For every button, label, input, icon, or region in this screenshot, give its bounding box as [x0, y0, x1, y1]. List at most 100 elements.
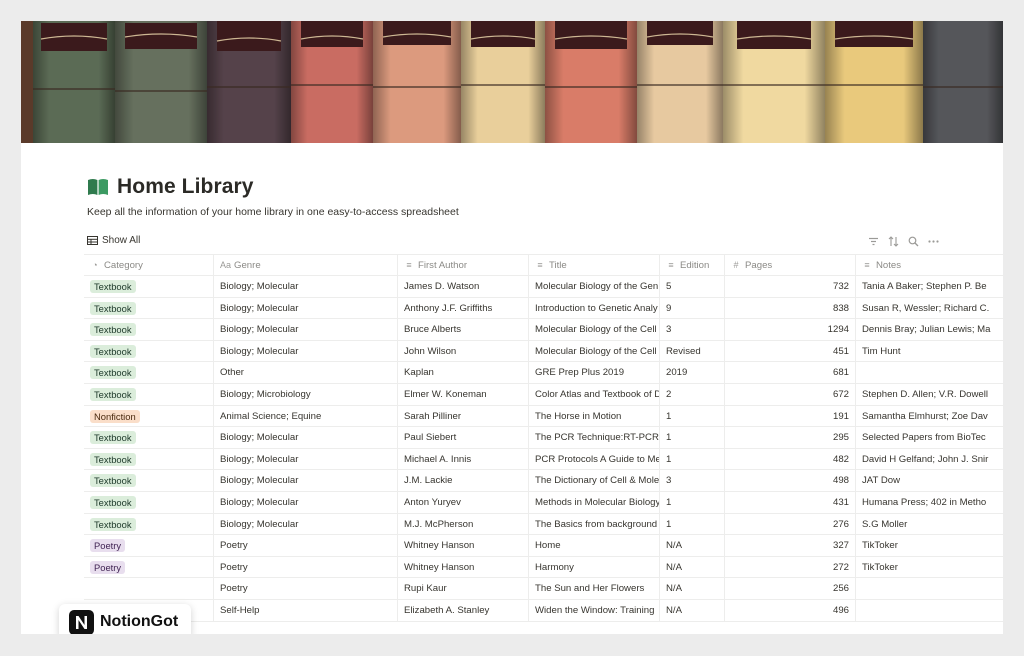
more-icon[interactable] [927, 235, 939, 247]
cell-pages[interactable]: 681 [725, 362, 856, 383]
cell-edition[interactable]: 3 [660, 319, 725, 340]
cell-title[interactable]: Molecular Biology of the Cell [529, 340, 660, 362]
cell-genre[interactable]: Biology; Molecular [214, 340, 398, 362]
cell-pages[interactable]: 327 [725, 535, 856, 556]
cell-edition[interactable]: 1 [660, 491, 725, 513]
cell-category[interactable]: Poetry [84, 535, 214, 556]
cell-genre[interactable]: Biology; Molecular [214, 491, 398, 513]
page-description[interactable]: Keep all the information of your home li… [87, 206, 459, 218]
cell-first-author[interactable]: Paul Siebert [398, 427, 529, 448]
cell-category[interactable]: Textbook [84, 276, 214, 297]
cell-notes[interactable]: TikToker [856, 535, 1003, 556]
cell-first-author[interactable]: John Wilson [398, 340, 529, 362]
cell-first-author[interactable]: Elizabeth A. Stanley [398, 599, 529, 621]
table-row[interactable]: Textbook Other Kaplan GRE Prep Plus 2019 201… [84, 362, 1003, 384]
column-header-notes[interactable]: ≡ Notes [856, 255, 1003, 275]
cell-first-author[interactable]: Michael A. Innis [398, 448, 529, 470]
cell-edition[interactable]: 1 [660, 405, 725, 427]
cell-notes[interactable]: Humana Press; 402 in Metho [856, 492, 1003, 513]
cell-edition[interactable]: N/A [660, 535, 725, 556]
column-header-category[interactable]: ◔ Category [84, 255, 214, 275]
table-row[interactable]: Textbook Biology; Molecular Paul Siebert Th… [84, 427, 1003, 449]
cell-first-author[interactable]: Bruce Alberts [398, 319, 529, 340]
cell-title[interactable]: GRE Prep Plus 2019 [529, 362, 660, 383]
cell-title[interactable]: The Dictionary of Cell & Mole [529, 470, 660, 491]
table-row[interactable]: Self-Help Elizabeth A. Stanley Widen the W… [84, 599, 1003, 622]
cell-notes[interactable] [856, 362, 1003, 383]
table-row[interactable]: Textbook Biology; Molecular J.M. Lackie The… [84, 470, 1003, 492]
cell-genre[interactable]: Self-Help [214, 599, 398, 621]
cell-genre[interactable]: Poetry [214, 535, 398, 556]
cell-edition[interactable]: 1 [660, 427, 725, 448]
cell-first-author[interactable]: Kaplan [398, 362, 529, 383]
cell-title[interactable]: PCR Protocols A Guide to Me [529, 448, 660, 470]
cell-category[interactable]: Textbook [84, 340, 214, 362]
cell-edition[interactable]: 3 [660, 470, 725, 491]
cell-notes[interactable] [856, 600, 1003, 621]
table-row[interactable]: Textbook Biology; Molecular James D. Watso… [84, 276, 1003, 298]
cell-notes[interactable]: Samantha Elmhurst; Zoe Dav [856, 406, 1003, 427]
cell-edition[interactable]: 9 [660, 297, 725, 319]
cell-category[interactable]: Textbook [84, 491, 214, 513]
cell-title[interactable]: The Basics from background [529, 513, 660, 535]
cell-edition[interactable]: 1 [660, 513, 725, 535]
table-row[interactable]: Textbook Biology; Molecular Anthony J.F. G… [84, 297, 1003, 320]
cell-genre[interactable]: Biology; Molecular [214, 470, 398, 491]
table-row[interactable]: Nonfiction Animal Science; Equine Sarah Pi… [84, 405, 1003, 428]
cell-first-author[interactable]: Anthony J.F. Griffiths [398, 297, 529, 319]
cell-first-author[interactable]: Elmer W. Koneman [398, 383, 529, 405]
cell-genre[interactable]: Biology; Molecular [214, 276, 398, 297]
cell-genre[interactable]: Biology; Molecular [214, 297, 398, 319]
table-row[interactable]: Textbook Biology; Molecular Michael A. Inn… [84, 448, 1003, 471]
cell-pages[interactable]: 838 [725, 297, 856, 319]
cell-edition[interactable]: N/A [660, 556, 725, 578]
cell-category[interactable]: Textbook [84, 427, 214, 448]
table-row[interactable]: Textbook Biology; Molecular Anton Yuryev Me… [84, 491, 1003, 514]
cell-title[interactable]: Molecular Biology of the Cell [529, 319, 660, 340]
cell-pages[interactable]: 295 [725, 427, 856, 448]
cell-genre[interactable]: Biology; Molecular [214, 513, 398, 535]
cell-genre[interactable]: Biology; Molecular [214, 427, 398, 448]
cell-first-author[interactable]: M.J. McPherson [398, 513, 529, 535]
cell-edition[interactable]: 2 [660, 383, 725, 405]
cell-notes[interactable]: Tania A Baker; Stephen P. Be [856, 276, 1003, 297]
table-row[interactable]: Textbook Biology; Molecular John Wilson Mol… [84, 340, 1003, 363]
cell-category[interactable]: Textbook [84, 448, 214, 470]
cell-genre[interactable]: Poetry [214, 578, 398, 599]
cell-pages[interactable]: 431 [725, 491, 856, 513]
cell-notes[interactable]: Dennis Bray; Julian Lewis; Ma [856, 319, 1003, 340]
cell-first-author[interactable]: Sarah Pilliner [398, 405, 529, 427]
cell-edition[interactable]: 2019 [660, 362, 725, 383]
cell-genre[interactable]: Poetry [214, 556, 398, 578]
cover-image[interactable] [21, 21, 1003, 143]
cell-title[interactable]: Methods in Molecular Biology [529, 491, 660, 513]
table-row[interactable]: Poetry Poetry Whitney Hanson Harmony N/A 272 T… [84, 556, 1003, 579]
table-row[interactable]: Textbook Biology; Microbiology Elmer W. Ko… [84, 383, 1003, 406]
cell-category[interactable]: Textbook [84, 383, 214, 405]
cell-title[interactable]: The Horse in Motion [529, 405, 660, 427]
cell-pages[interactable]: 672 [725, 383, 856, 405]
cell-first-author[interactable]: Whitney Hanson [398, 535, 529, 556]
cell-notes[interactable]: Stephen D. Allen; V.R. Dowell [856, 384, 1003, 405]
cell-edition[interactable]: N/A [660, 599, 725, 621]
column-header-title[interactable]: ≡ Title [529, 255, 660, 275]
column-header-genre[interactable]: Aa Genre [214, 255, 398, 275]
cell-category[interactable]: Textbook [84, 513, 214, 535]
cell-category[interactable]: Textbook [84, 319, 214, 340]
sort-icon[interactable] [887, 235, 899, 247]
table-row[interactable]: Poetry Rupi Kaur The Sun and Her Flowers N/… [84, 578, 1003, 600]
cell-pages[interactable]: 256 [725, 578, 856, 599]
cell-notes[interactable]: Tim Hunt [856, 341, 1003, 362]
cell-pages[interactable]: 732 [725, 276, 856, 297]
column-header-edition[interactable]: ≡ Edition [660, 255, 725, 275]
cell-edition[interactable]: N/A [660, 578, 725, 599]
cell-category[interactable]: Textbook [84, 297, 214, 319]
cell-title[interactable]: Home [529, 535, 660, 556]
cell-title[interactable]: Color Atlas and Textbook of D [529, 383, 660, 405]
cell-notes[interactable] [856, 578, 1003, 599]
cell-genre[interactable]: Other [214, 362, 398, 383]
cell-genre[interactable]: Biology; Molecular [214, 448, 398, 470]
cell-title[interactable]: Introduction to Genetic Analy [529, 297, 660, 319]
cell-genre[interactable]: Biology; Molecular [214, 319, 398, 340]
cell-edition[interactable]: Revised [660, 340, 725, 362]
